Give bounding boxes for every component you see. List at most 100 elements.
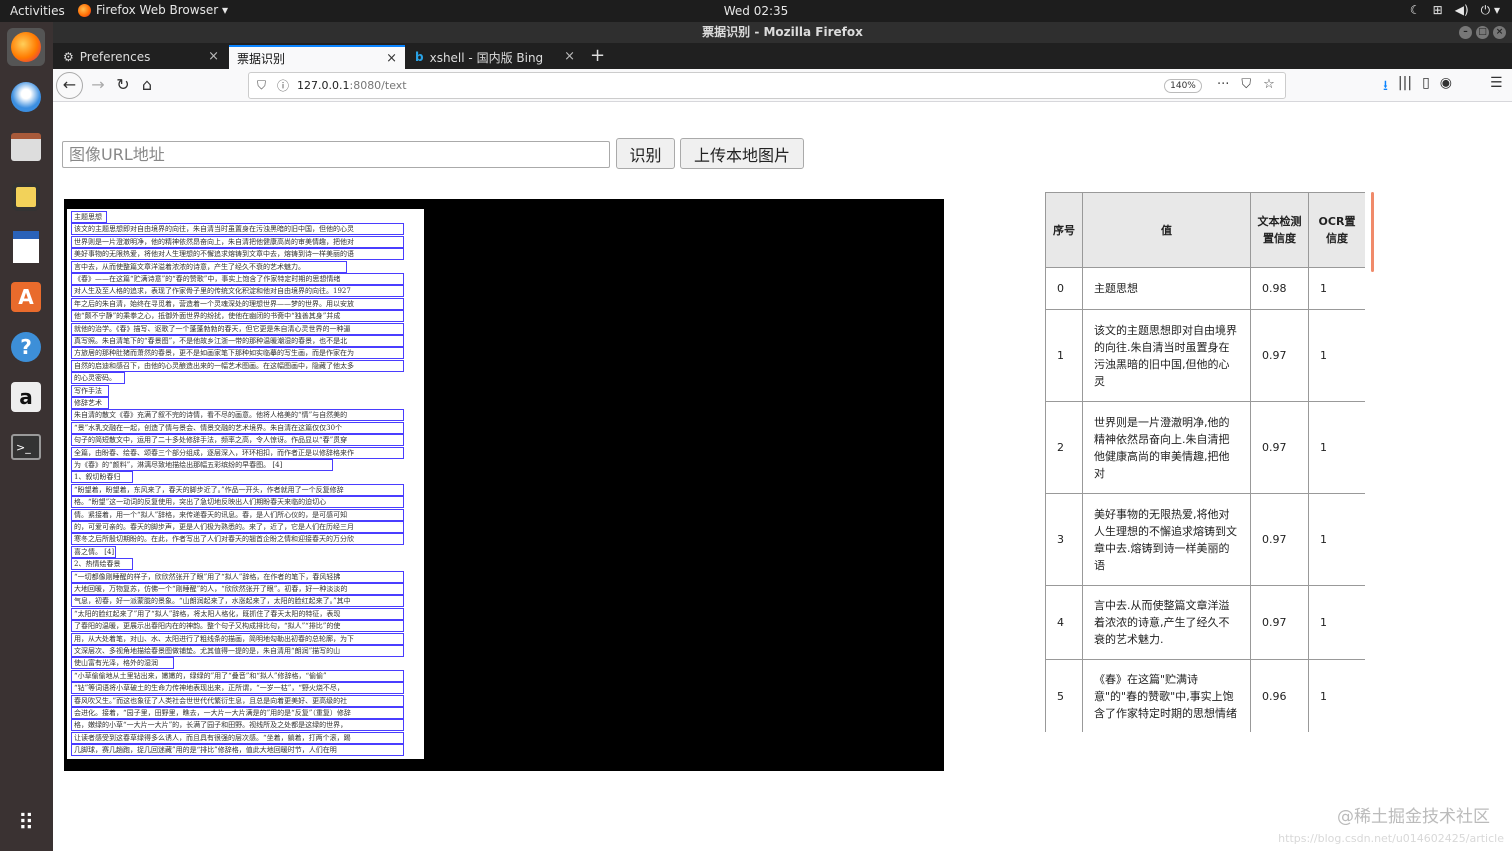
activities-button[interactable]: Activities [10,4,65,18]
table-scrollbar[interactable] [1371,192,1374,272]
ocr-text-line: “钻”等词语将小草破土的生命力传神地表现出来，正所谓，“一岁一枯”，“野火烧不尽… [71,682,404,695]
close-tab-icon[interactable]: × [208,49,219,64]
help-icon[interactable]: ? [7,328,45,366]
cell-ocr-confidence: 1 [1308,309,1365,402]
cell-detection-confidence: 0.97 [1250,493,1309,586]
library-icon[interactable]: ||| [1398,75,1412,99]
url-bar[interactable]: ⛉ ⓘ 127.0.0.1:8080/text 140% ··· ⛉ ☆ [248,72,1286,99]
writer-icon[interactable] [7,228,45,266]
header-ocr-confidence: OCR置信度 [1308,192,1365,268]
upload-local-image-button[interactable]: 上传本地图片 [680,138,804,169]
cell-ocr-confidence: 1 [1308,267,1365,310]
ocr-text-line: “小草偷偷地从土里钻出来，嫩嫩的，绿绿的”用了“叠音”和“拟人”修辞格，“偷偷” [71,669,404,682]
system-tray[interactable]: ☾ ⊞ ◀) ⏻ ▾ [1410,3,1500,18]
cell-value: 美好事物的无限热爱,将他对人生理想的不懈追求熔铸到文章中去.熔铸到诗一样美丽的语 [1082,493,1251,586]
zoom-level-badge[interactable]: 140% [1164,79,1202,93]
new-tab-icon[interactable]: + [590,45,605,66]
navigation-bar: ← → ↻ ⌂ ⛉ ⓘ 127.0.0.1:8080/text 140% ···… [53,69,1512,102]
close-tab-icon[interactable]: × [564,49,575,64]
minimize-icon[interactable]: – [1459,26,1472,39]
files-icon[interactable] [7,128,45,166]
site-info-icon[interactable]: ⓘ [277,77,289,94]
ocr-text-line: 主题思想 [71,211,107,223]
terminal-icon[interactable]: >_ [7,428,45,466]
thunderbird-icon[interactable] [7,78,45,116]
forward-arrow-icon[interactable]: → [86,74,110,96]
cell-index: 5 [1045,659,1083,732]
ocr-text-line: 的，可爱可亲的。春天的脚步声，更是人们极为熟悉的。来了，近了，它是人们在历经三月 [71,521,404,533]
cell-value: 该文的主题思想即对自由境界的向往.朱自清当时虽置身在污浊黑暗的旧中国,但他的心灵 [1082,309,1251,402]
table-body: 0 主题思想 0.98 1 1 该文的主题思想即对自由境界的向往.朱自清当时虽置身在污浊黑… [1045,267,1365,732]
tab-bing[interactable]: b xshell - 国内版 Bing × [407,45,583,69]
header-index: 序号 [1045,192,1083,268]
ocr-text-line: 为《春》的“颜料”，淋漓尽致地描绘出那幅五彩缤纷的早春图。 [4] [71,459,333,471]
ocr-text-line: 全篇，由盼春、绘春、颂春三个部分组成，逐层深入，环环相扣，而作者正是以修辞格来作 [71,446,404,459]
bookmark-star-icon[interactable]: ☆ [1263,77,1275,92]
tab-label: 票据识别 [237,51,286,66]
cell-index: 4 [1045,585,1083,660]
ocr-text-line: 情。紧接着，用一个“拟人”辞格，来传递春天的讯息。春，是人们所心仪的，是可感可知 [71,508,404,521]
amazon-icon[interactable]: a [7,378,45,416]
table-row: 3 美好事物的无限热爱,将他对人生理想的不懈追求熔铸到文章中去.熔铸到诗一样美丽的… [1045,493,1365,586]
cell-detection-confidence: 0.97 [1250,585,1309,660]
cell-detection-confidence: 0.96 [1250,659,1309,732]
tab-bill-recognition[interactable]: 票据识别 × [229,45,405,69]
ocr-text-line: 真写照。朱自清笔下的“春景图”，不是他故乡江浙一带的那种温暖潮湿的春景，也不是北 [71,335,404,347]
close-tab-icon[interactable]: × [386,51,397,66]
ocr-text-line: 2、热情绘春景 [71,558,133,571]
ocr-text-line: 使山富有光泽，格外的湿润 [71,657,174,670]
ocr-text-line: 自然的启迪和感召下，由他的心灵酿造出来的一幅艺术图画。在这幅图画中，隐藏了他太多 [71,359,404,372]
cell-value: 《春》在这篇"贮满诗意"的"春的赞歌"中,事实上饱含了作家特定时期的思想情绪 [1082,659,1251,732]
url-text[interactable]: 127.0.0.1:8080/text [297,79,407,92]
power-icon: ⏻ ▾ [1480,3,1500,17]
ocr-text-line: 气息，初春，好一派蒙胧的景象。“山朗润起来了，水涨起来了，太阳的脸红起来了。”其… [71,595,404,608]
table-row: 5 《春》在这篇"贮满诗意"的"春的赞歌"中,事实上饱含了作家特定时期的思想情绪 0… [1045,659,1365,732]
sidebar-icon[interactable]: ▯ [1422,75,1430,99]
ocr-text-line: 让读者感受到这春草绿得多么诱人，而且具有很强的层次感。“坐着，躺着，打两个滚，踢 [71,731,404,744]
firefox-small-icon [78,3,91,17]
document-image: 主题思想 该文的主题思想即对自由境界的向往，朱自清当时虽置身在污浊黑暗的旧中国，但… [67,209,424,759]
hamburger-menu-icon[interactable]: ☰ [1490,75,1503,91]
download-icon[interactable]: ⭳ [1383,75,1388,99]
pocket-icon[interactable]: ⛉ [1241,77,1251,92]
ocr-text-line: “太阳的脸红起来了”用了“拟人”辞格，将太阳人格化，既抓住了春天太阳的特征，表现 [71,607,404,620]
reload-icon[interactable]: ↻ [111,74,135,96]
cell-value: 世界则是一片澄澈明净,他的精神依然昂奋向上.朱自清把他健康高尚的审美情趣,把他对 [1082,401,1251,494]
cell-value: 主题思想 [1082,267,1251,310]
tracking-shield-icon[interactable]: ⛉ [257,78,266,93]
ocr-text-line: 格，嫩绿的小草“一大片一大片”的，长满了园子和田野。视线所及之处都是这绿的世界， [71,719,404,732]
tab-preferences[interactable]: ⚙ Preferences × [55,45,227,69]
account-icon[interactable]: ◉ [1440,75,1452,99]
firefox-icon[interactable] [7,28,45,66]
back-arrow-icon[interactable]: ← [56,72,83,99]
header-detection-confidence: 文本检测置信度 [1250,192,1309,268]
ocr-text-line: 该文的主题思想即对自由境界的向往，朱自清当时虽置身在污浊黑暗的旧中国，但他的心灵 [71,223,404,236]
table-row: 0 主题思想 0.98 1 [1045,267,1365,310]
image-url-input[interactable] [62,141,610,168]
ocr-text-line: 春风吹又生。”而这也象征了人类社会世世代代繁衍生息，且总是向着更美好、更高级的社 [71,694,404,707]
cell-value: 言中去.从而使整篇文章洋溢着浓浓的诗意,产生了经久不衰的艺术魅力. [1082,585,1251,660]
page-actions-icon[interactable]: ··· [1217,77,1229,92]
app-menu[interactable]: Firefox Web Browser ▾ [78,3,228,17]
ocr-text-line: 年之后的朱自清，始终在寻觅着，营造着一个灵魂深处的理想世界——梦的世界。用以安放 [71,297,404,310]
cell-detection-confidence: 0.97 [1250,309,1309,402]
recognize-button[interactable]: 识别 [616,138,675,169]
table-row: 2 世界则是一片澄澈明净,他的精神依然昂奋向上.朱自清把他健康高尚的审美情趣,把他… [1045,401,1365,494]
ocr-text-line: 寒冬之后所殷切期盼的。在此，作者写出了人们对春天的翘首企盼之情和迎接春天的万分欣 [71,533,404,546]
close-icon[interactable]: × [1493,26,1506,39]
result-table-container[interactable]: 序号 值 文本检测置信度 OCR置信度 0 主题思想 0.98 1 1 该文的主题思想即对… [1045,192,1365,732]
cell-index: 2 [1045,401,1083,494]
window-title: 票据识别 - Mozilla Firefox [702,25,863,39]
window-titlebar: 票据识别 - Mozilla Firefox – □ × [53,22,1512,43]
home-icon[interactable]: ⌂ [135,74,159,96]
ocr-text-line: 写作手法 [71,384,109,397]
watermark-url: https://blog.csdn.net/u014602425/article [1278,832,1504,845]
software-icon[interactable]: A [7,278,45,316]
rhythmbox-icon[interactable] [7,178,45,216]
ocr-text-line: “一切都像刚睡醒的样子，欣欣然张开了眼”用了“拟人”辞格，在作者的笔下，春风轻拂 [71,570,404,583]
ocr-text-line: 对人生及至人格的追求，表现了作家骨子里的传统文化积淀和他对自由境界的向往。192… [71,285,404,298]
app-grid-icon[interactable]: ⠿ [7,804,45,842]
ocr-text-line: “盼望着，盼望着，东风来了，春天的脚步近了。”作品一开头，作者就用了一个反复修辞 [71,483,404,496]
maximize-icon[interactable]: □ [1476,26,1489,39]
cell-index: 0 [1045,267,1083,310]
